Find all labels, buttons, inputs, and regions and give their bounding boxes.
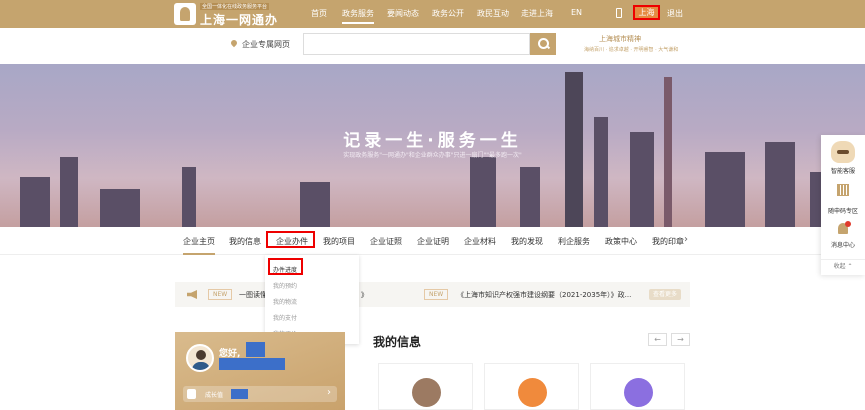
info-card[interactable]	[378, 363, 473, 410]
tab-highlight-box	[266, 231, 315, 248]
growth-icon	[187, 389, 196, 399]
search-button[interactable]	[530, 33, 556, 55]
avatar[interactable]	[186, 344, 214, 372]
skyline-building	[60, 157, 78, 227]
floating-sidebar: 智能客服 随申码专区 消息中心 收起 ⌃	[821, 135, 865, 275]
location-pin-icon	[229, 38, 239, 48]
skyline-building	[705, 152, 745, 227]
nav-english[interactable]: EN	[571, 8, 582, 17]
new-badge: NEW	[208, 289, 233, 300]
info-card[interactable]	[484, 363, 579, 410]
tab-my-projects[interactable]: 我的项目	[323, 236, 355, 247]
tab-business-services[interactable]: 利企服务	[558, 236, 590, 247]
robot-icon[interactable]	[831, 141, 855, 163]
nav-gov-services[interactable]: 政务服务	[342, 8, 374, 24]
search-row: 企业专属网页 上海城市精神 海纳百川 · 追求卓越 · 开明睿智 · 大气谦和	[0, 28, 865, 64]
message-center-label[interactable]: 消息中心	[821, 240, 865, 249]
location-button[interactable]: 上海	[633, 5, 660, 20]
tab-my-seals[interactable]: 我的印章	[652, 236, 684, 247]
skyline-building	[20, 177, 50, 227]
enterprise-tab-bar: 企业主页 我的信息 企业办件 我的项目 企业证照 企业证明 企业材料 我的发现 …	[0, 227, 865, 255]
tab-enterprise-certificates[interactable]: 企业证明	[417, 236, 449, 247]
menu-item-my-payments[interactable]: 我的支付	[273, 313, 297, 322]
tab-enterprise-home[interactable]: 企业主页	[183, 236, 215, 255]
prev-page-button[interactable]: ←	[648, 333, 667, 346]
enterprise-page-label[interactable]: 企业专属网页	[242, 39, 290, 50]
view-more-button[interactable]: 查看更多	[649, 289, 682, 300]
notice-item-1-tail[interactable]: 》	[361, 290, 368, 300]
tab-policy-center[interactable]: 政策中心	[605, 236, 637, 247]
info-card[interactable]	[590, 363, 685, 410]
next-page-button[interactable]: →	[671, 333, 690, 346]
smart-service-label[interactable]: 智能客服	[821, 166, 865, 175]
qr-zone-label[interactable]: 随申码专区	[821, 206, 865, 215]
logo-icon[interactable]	[174, 3, 196, 25]
top-nav-bar: 全国一体化在线政务服务平台 上海一网通办 首页 政务服务 要闻动态 政务公开 政…	[0, 0, 865, 28]
notice-bar: NEW 一图读懂 》 NEW 《上海市知识产权强市建设纲要（2021-2035年…	[175, 282, 690, 307]
notification-dot	[845, 221, 851, 227]
menu-highlight-box	[268, 258, 303, 275]
mobile-phone-icon[interactable]	[616, 8, 622, 18]
banner-subtitle: 实现政务服务"一网通办"和企业群众办事"只进一扇门""最多跑一次"	[343, 152, 522, 159]
profile-card: 您好, 成长值 ›	[175, 332, 345, 410]
skyline-building	[520, 167, 540, 227]
skyline-building	[182, 167, 196, 227]
search-input[interactable]	[303, 33, 530, 55]
notice-item-2[interactable]: 《上海市知识产权强市建设纲要（2021-2035年）》政...	[457, 290, 631, 300]
tab-enterprise-materials[interactable]: 企业材料	[464, 236, 496, 247]
qr-code-icon[interactable]	[837, 184, 849, 196]
redacted-name-mask	[246, 342, 265, 357]
nav-interaction[interactable]: 政民互动	[477, 8, 509, 19]
menu-item-my-logistics[interactable]: 我的物流	[273, 297, 297, 306]
tab-enterprise-licenses[interactable]: 企业证照	[370, 236, 402, 247]
hero-banner: 记录一生·服务一生 实现政务服务"一网通办"和企业群众办事"只进一扇门""最多跑…	[0, 64, 865, 227]
menu-item-my-appointments[interactable]: 我的预约	[273, 281, 297, 290]
nav-gov-open[interactable]: 政务公开	[432, 8, 464, 19]
redacted-growth-mask	[231, 389, 248, 399]
section-title: 我的信息	[373, 335, 422, 349]
collapse-button[interactable]: 收起 ⌃	[821, 259, 865, 275]
growth-value-bar[interactable]: 成长值 ›	[183, 386, 337, 402]
notice-item-1[interactable]: 一图读懂	[239, 290, 267, 300]
redacted-company-mask	[219, 358, 285, 370]
logo-subtitle: 全国一体化在线政务服务平台	[200, 3, 270, 10]
logout-link[interactable]: 退出	[667, 8, 683, 19]
skyline-building	[470, 157, 496, 227]
city-spirit-subtitle: 海纳百川 · 追求卓越 · 开明睿智 · 大气谦和	[584, 47, 679, 53]
nav-home[interactable]: 首页	[311, 8, 327, 19]
skyline-building	[300, 182, 330, 227]
person-icon	[412, 378, 441, 407]
city-spirit-title: 上海城市精神	[599, 35, 641, 43]
document-icon	[624, 378, 653, 407]
building-icon	[518, 378, 547, 407]
chevron-right-icon[interactable]: ›	[684, 234, 688, 245]
cases-dropdown-menu: 办件进度 我的预约 我的物流 我的支付 我的评价	[265, 255, 359, 344]
tab-my-info[interactable]: 我的信息	[229, 236, 261, 247]
chevron-right-icon[interactable]: ›	[327, 387, 331, 398]
new-badge: NEW	[424, 289, 449, 300]
tab-my-discoveries[interactable]: 我的发现	[511, 236, 543, 247]
logo-title[interactable]: 上海一网通办	[200, 11, 278, 28]
nav-news[interactable]: 要闻动态	[387, 8, 419, 19]
speaker-icon	[187, 290, 197, 299]
nav-about-shanghai[interactable]: 走进上海	[521, 8, 553, 19]
skyline-building	[100, 189, 140, 227]
growth-label: 成长值	[205, 392, 224, 399]
banner-title: 记录一生·服务一生	[343, 131, 522, 151]
